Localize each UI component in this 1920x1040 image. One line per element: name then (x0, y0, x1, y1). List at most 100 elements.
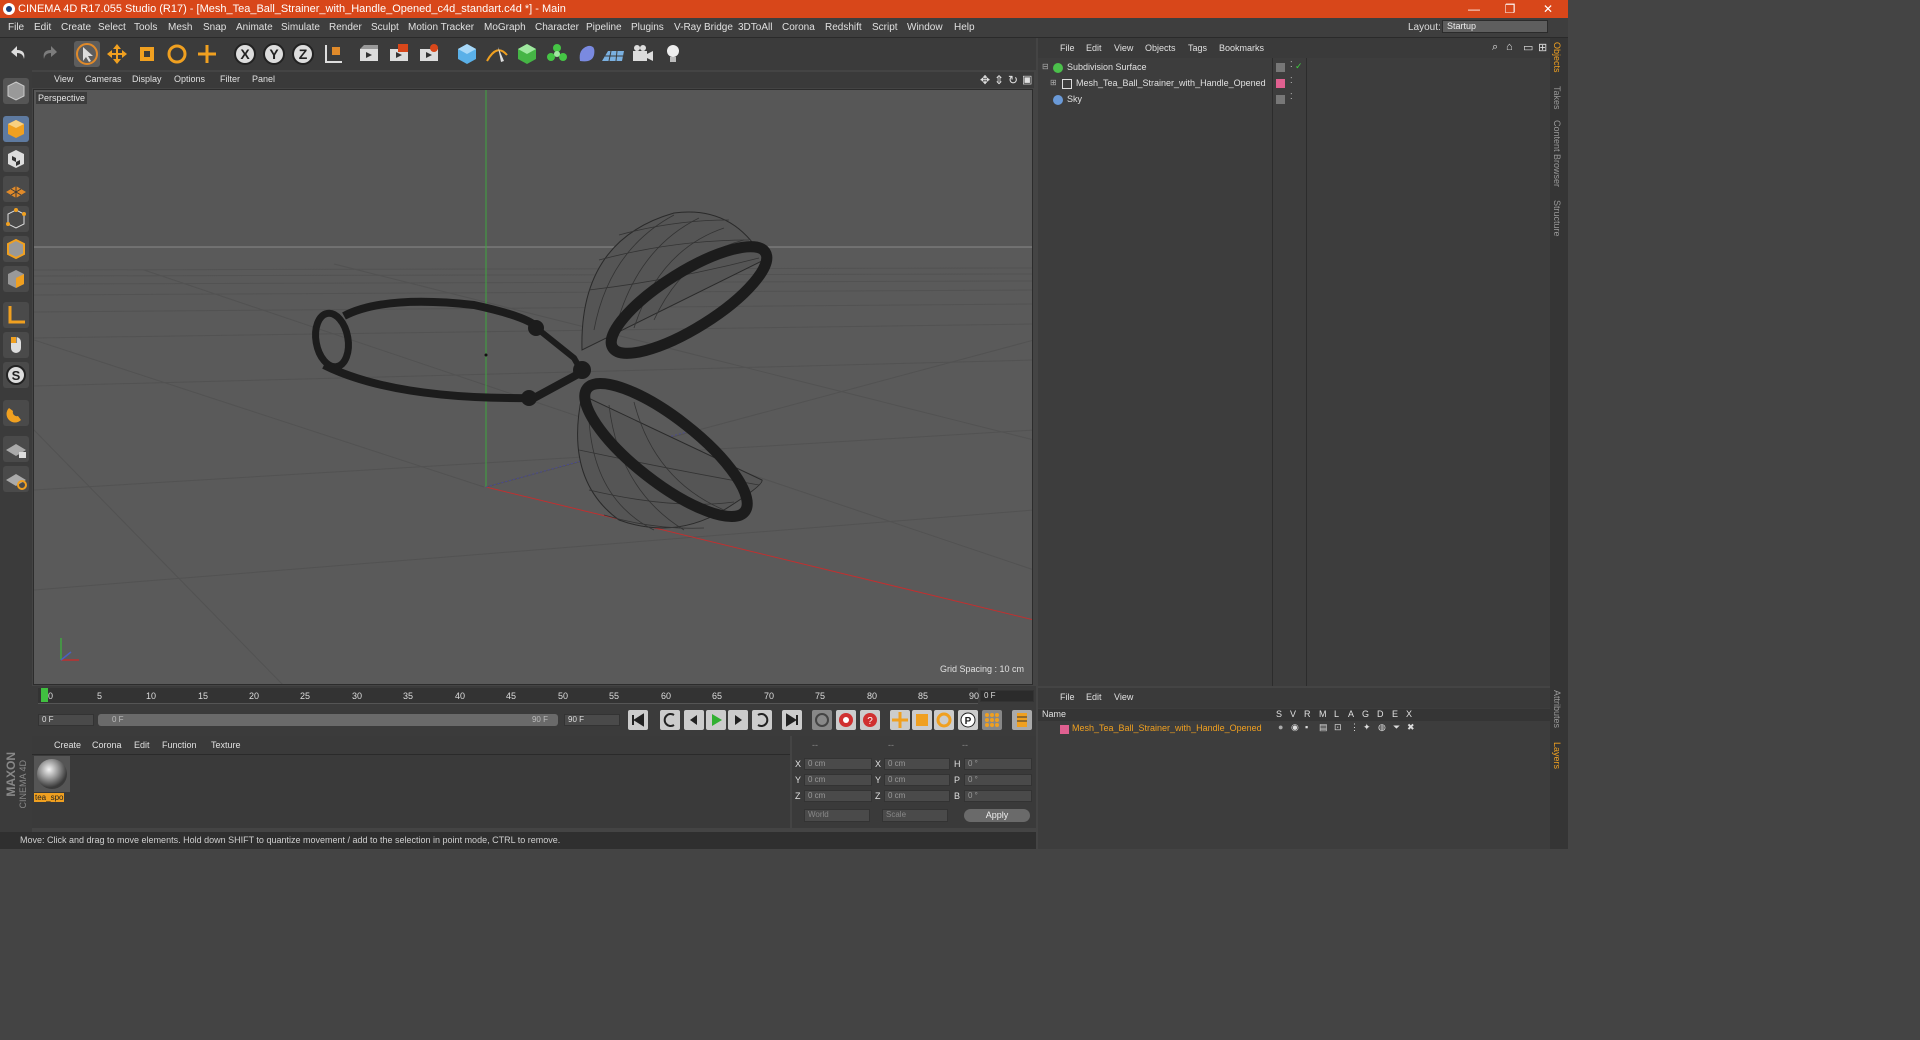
snap-button[interactable]: S (3, 362, 29, 388)
menu-animate[interactable]: Animate (236, 22, 273, 33)
menu-edit[interactable]: Edit (34, 22, 51, 33)
menu-sculpt[interactable]: Sculpt (371, 22, 399, 33)
layer-name[interactable]: Mesh_Tea_Ball_Strainer_with_Handle_Opene… (1072, 723, 1262, 733)
tag-icon[interactable] (1276, 63, 1285, 72)
key-position-button[interactable] (890, 710, 910, 730)
light-button[interactable] (660, 41, 686, 67)
solo-toggle-icon[interactable]: ● (1278, 722, 1283, 732)
key-parameter-button[interactable]: P (958, 710, 978, 730)
material-menu-texture[interactable]: Texture (211, 740, 241, 750)
objects-menu-objects[interactable]: Objects (1145, 43, 1176, 53)
frame-range-slider[interactable]: 0 F 90 F (98, 714, 558, 726)
close-button[interactable]: ✕ (1530, 0, 1566, 18)
tab-structure[interactable]: Structure (1552, 200, 1562, 237)
expressions-toggle-icon[interactable]: ⏷ (1393, 722, 1400, 733)
viewport-maximize-icon[interactable]: ▣ (1022, 73, 1032, 86)
generators-toggle-icon[interactable]: ✦ (1363, 722, 1371, 733)
model-mode-button[interactable] (3, 116, 29, 142)
next-key-button[interactable] (752, 710, 772, 730)
viewport-camera-label[interactable]: Perspective (36, 92, 88, 104)
column-render[interactable]: R (1304, 709, 1311, 719)
render-view-button[interactable] (356, 41, 382, 67)
timeline-window-button[interactable] (1012, 710, 1032, 730)
layers-menu-edit[interactable]: Edit (1086, 692, 1102, 702)
column-xrefs[interactable]: X (1406, 709, 1412, 719)
render-settings-button[interactable] (416, 41, 442, 67)
menu-snap[interactable]: Snap (203, 22, 226, 33)
menu-3dtoall[interactable]: 3DToAll (738, 22, 772, 33)
position-x-field[interactable]: 0 cm (804, 758, 872, 770)
objects-menu-edit[interactable]: Edit (1086, 43, 1102, 53)
grid-lock-button[interactable] (3, 436, 29, 462)
key-scale-button[interactable] (912, 710, 932, 730)
y-axis-lock-button[interactable]: Y (261, 41, 287, 67)
workplane-mode-button[interactable] (3, 176, 29, 202)
texture-mode-button[interactable] (3, 146, 29, 172)
menu-create[interactable]: Create (61, 22, 91, 33)
visibility-dots-icon[interactable]: ⁚ (1290, 76, 1293, 85)
material-swatch[interactable]: tea_spo (34, 756, 70, 804)
tag-icon[interactable] (1276, 95, 1285, 104)
menu-file[interactable]: File (8, 22, 24, 33)
object-row[interactable]: ⊟ Subdivision Surface ⁚ ✓ (1038, 60, 1550, 76)
menu-plugins[interactable]: Plugins (631, 22, 664, 33)
layer-color-icon[interactable] (1060, 725, 1069, 734)
polygons-mode-button[interactable] (3, 266, 29, 292)
manager-toggle-icon[interactable]: ▤ (1319, 722, 1328, 733)
menu-motion-tracker[interactable]: Motion Tracker (408, 22, 474, 33)
tweak-mode-button[interactable] (3, 332, 29, 358)
viewport-menu-panel[interactable]: Panel (252, 74, 275, 84)
rotate-tool-button[interactable] (164, 41, 190, 67)
menu-help[interactable]: Help (954, 22, 975, 33)
viewport-zoom-icon[interactable]: ⇕ (994, 73, 1004, 87)
viewport-menu-cameras[interactable]: Cameras (85, 74, 122, 84)
next-frame-button[interactable] (728, 710, 748, 730)
floor-environment-button[interactable] (600, 41, 626, 67)
z-axis-lock-button[interactable]: Z (290, 41, 316, 67)
objects-menu-tags[interactable]: Tags (1188, 43, 1207, 53)
size-mode-select[interactable]: Scale (882, 809, 948, 822)
rotation-h-field[interactable]: 0 ° (964, 758, 1032, 770)
animation-toggle-icon[interactable]: ⋮ (1350, 722, 1359, 733)
lock-toggle-icon[interactable]: ⊡ (1334, 722, 1342, 733)
column-animation[interactable]: A (1348, 709, 1354, 719)
expand-icon[interactable]: ⊞ (1538, 41, 1547, 54)
menu-character[interactable]: Character (535, 22, 579, 33)
points-mode-button[interactable] (3, 206, 29, 232)
grid-rotate-button[interactable] (3, 466, 29, 492)
viewport-menu-options[interactable]: Options (174, 74, 205, 84)
menu-select[interactable]: Select (98, 22, 126, 33)
viewport-menu-filter[interactable]: Filter (220, 74, 240, 84)
deformers-toggle-icon[interactable]: ◍ (1378, 722, 1386, 733)
magnet-tool-button[interactable] (3, 400, 29, 426)
rotation-b-field[interactable]: 0 ° (964, 790, 1032, 802)
objects-menu-file[interactable]: File (1060, 43, 1075, 53)
menu-mograph[interactable]: MoGraph (484, 22, 526, 33)
go-to-end-button[interactable] (782, 710, 802, 730)
column-expressions[interactable]: E (1392, 709, 1398, 719)
menu-redshift[interactable]: Redshift (825, 22, 862, 33)
menu-render[interactable]: Render (329, 22, 362, 33)
edges-mode-button[interactable] (3, 236, 29, 262)
expand-icon[interactable]: ⊞ (1050, 78, 1057, 87)
make-editable-button[interactable] (3, 78, 29, 104)
tab-takes[interactable]: Takes (1552, 86, 1562, 110)
previous-frame-button[interactable] (684, 710, 704, 730)
play-button[interactable] (706, 710, 726, 730)
tab-content-browser[interactable]: Content Browser (1552, 120, 1562, 187)
objects-menu-bookmarks[interactable]: Bookmarks (1219, 43, 1264, 53)
position-z-field[interactable]: 0 cm (804, 790, 872, 802)
subdivision-surface-button[interactable] (514, 41, 540, 67)
size-y-field[interactable]: 0 cm (884, 774, 950, 786)
keyframe-selection-button[interactable] (812, 710, 832, 730)
deformer-button[interactable] (574, 41, 600, 67)
material-menu-function[interactable]: Function (162, 740, 197, 750)
menu-script[interactable]: Script (872, 22, 898, 33)
visibility-dots-icon[interactable]: ⁚ (1290, 92, 1293, 101)
select-tool-button[interactable] (74, 41, 100, 67)
new-view-icon[interactable]: ▭ (1523, 41, 1533, 54)
menu-tools[interactable]: Tools (134, 22, 157, 33)
visibility-dots-icon[interactable]: ⁚ (1290, 60, 1293, 69)
view-toggle-icon[interactable]: ◉ (1291, 722, 1299, 733)
axis-mode-button[interactable] (3, 302, 29, 328)
